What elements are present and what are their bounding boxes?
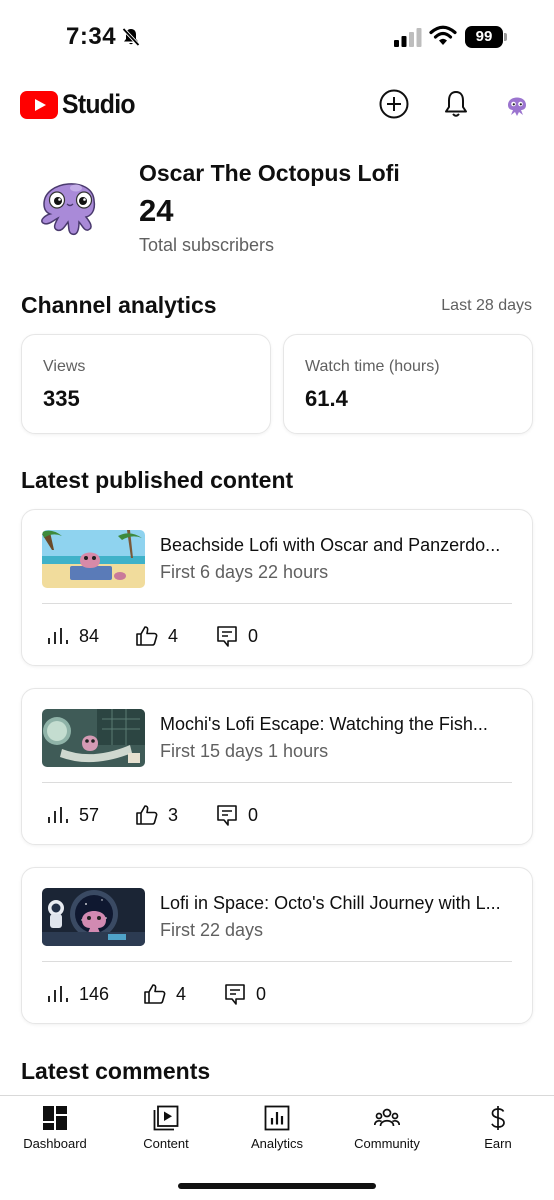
thumbs-up-icon — [136, 626, 158, 646]
comments-count: 0 — [248, 625, 259, 646]
divider — [42, 603, 512, 604]
bell-muted-icon — [122, 27, 140, 47]
account-avatar[interactable] — [503, 90, 531, 118]
comments-count: 0 — [248, 804, 259, 825]
youtube-play-icon — [20, 90, 58, 119]
latest-comments-heading: Latest comments — [21, 1058, 211, 1084]
likes-metric: 3 — [135, 802, 178, 828]
channel-name: Oscar The Octopus Lofi — [139, 160, 400, 186]
views-metric: 146 — [46, 981, 109, 1007]
views-label: Views — [43, 358, 86, 375]
likes-count: 4 — [168, 625, 179, 646]
watch-time-label: Watch time (hours) — [305, 358, 440, 375]
views-chart-icon — [48, 807, 68, 823]
nav-label: Earn — [484, 1136, 512, 1151]
views-count: 146 — [79, 983, 110, 1004]
video-title: Beachside Lofi with Oscar and Panzerdo..… — [160, 535, 501, 555]
likes-metric: 4 — [143, 981, 186, 1007]
status-bar: 7:34 99 — [0, 0, 554, 72]
comments-metric: 0 — [223, 981, 266, 1007]
video-card[interactable]: Beachside Lofi with Oscar and Panzerdo..… — [21, 509, 533, 666]
app-header: Studio — [0, 80, 554, 130]
analytics-icon — [264, 1105, 290, 1131]
nav-dashboard[interactable]: Dashboard — [0, 1096, 110, 1164]
subscriber-count: 24 — [139, 193, 174, 228]
nav-label: Dashboard — [23, 1136, 87, 1151]
subscriber-label: Total subscribers — [139, 235, 275, 255]
create-icon[interactable] — [378, 88, 410, 120]
youtube-studio-logo[interactable]: Studio — [20, 89, 141, 120]
home-indicator[interactable] — [178, 1183, 376, 1189]
views-chart-icon — [48, 986, 68, 1002]
views-metric: 84 — [46, 623, 99, 649]
nav-analytics[interactable]: Analytics — [222, 1096, 332, 1164]
thumbs-up-icon — [136, 805, 158, 825]
dashboard-icon — [43, 1106, 67, 1130]
comment-icon — [217, 626, 237, 647]
analytics-date-range: Last 28 days — [441, 297, 532, 314]
views-metric: 57 — [46, 802, 99, 828]
video-thumbnail — [42, 530, 145, 588]
channel-analytics-heading: Channel analytics — [21, 292, 217, 318]
views-chart-icon — [48, 628, 68, 644]
video-thumbnail — [42, 709, 145, 767]
nav-label: Analytics — [250, 1136, 304, 1151]
views-card[interactable]: Views 335 — [21, 334, 271, 434]
earn-dollar-icon — [491, 1106, 505, 1130]
channel-avatar — [41, 183, 96, 236]
video-thumbnail — [42, 888, 145, 946]
watch-time-value: 61.4 — [305, 386, 348, 411]
views-count: 57 — [79, 804, 100, 825]
views-value: 335 — [43, 386, 80, 411]
video-card[interactable]: Lofi in Space: Octo's Chill Journey with… — [21, 867, 533, 1024]
nav-label: Community — [354, 1136, 420, 1151]
nav-label: Content — [143, 1136, 189, 1151]
community-icon — [374, 1108, 400, 1127]
comment-icon — [225, 984, 245, 1005]
likes-count: 3 — [168, 804, 179, 825]
views-count: 84 — [79, 625, 100, 646]
thumbs-up-icon — [144, 984, 166, 1004]
logo-text: Studio — [62, 89, 136, 119]
content-icon — [153, 1105, 179, 1131]
video-title: Lofi in Space: Octo's Chill Journey with… — [160, 893, 501, 913]
likes-metric: 4 — [135, 623, 178, 649]
video-age: First 6 days 22 hours — [160, 562, 329, 582]
battery-level: 99 — [465, 26, 503, 48]
video-age: First 15 days 1 hours — [160, 741, 329, 761]
video-card[interactable]: Mochi's Lofi Escape: Watching the Fish..… — [21, 688, 533, 845]
divider — [42, 782, 512, 783]
wifi-icon — [429, 25, 457, 45]
status-time: 7:34 — [66, 23, 117, 50]
nav-earn[interactable]: Earn — [443, 1096, 553, 1164]
battery-indicator: 99 — [465, 26, 507, 48]
video-age: First 22 days — [160, 920, 264, 940]
battery-tip — [504, 33, 507, 41]
notifications-bell-icon[interactable] — [440, 88, 472, 120]
video-title: Mochi's Lofi Escape: Watching the Fish..… — [160, 714, 488, 734]
nav-community[interactable]: Community — [332, 1096, 442, 1164]
cellular-signal-icon — [394, 28, 422, 47]
divider — [42, 961, 512, 962]
watch-time-card[interactable]: Watch time (hours) 61.4 — [283, 334, 533, 434]
nav-content[interactable]: Content — [111, 1096, 221, 1164]
comment-icon — [217, 805, 237, 826]
comments-metric: 0 — [215, 623, 258, 649]
comments-count: 0 — [256, 983, 267, 1004]
likes-count: 4 — [176, 983, 187, 1004]
comments-metric: 0 — [215, 802, 258, 828]
latest-content-heading: Latest published content — [21, 467, 294, 493]
